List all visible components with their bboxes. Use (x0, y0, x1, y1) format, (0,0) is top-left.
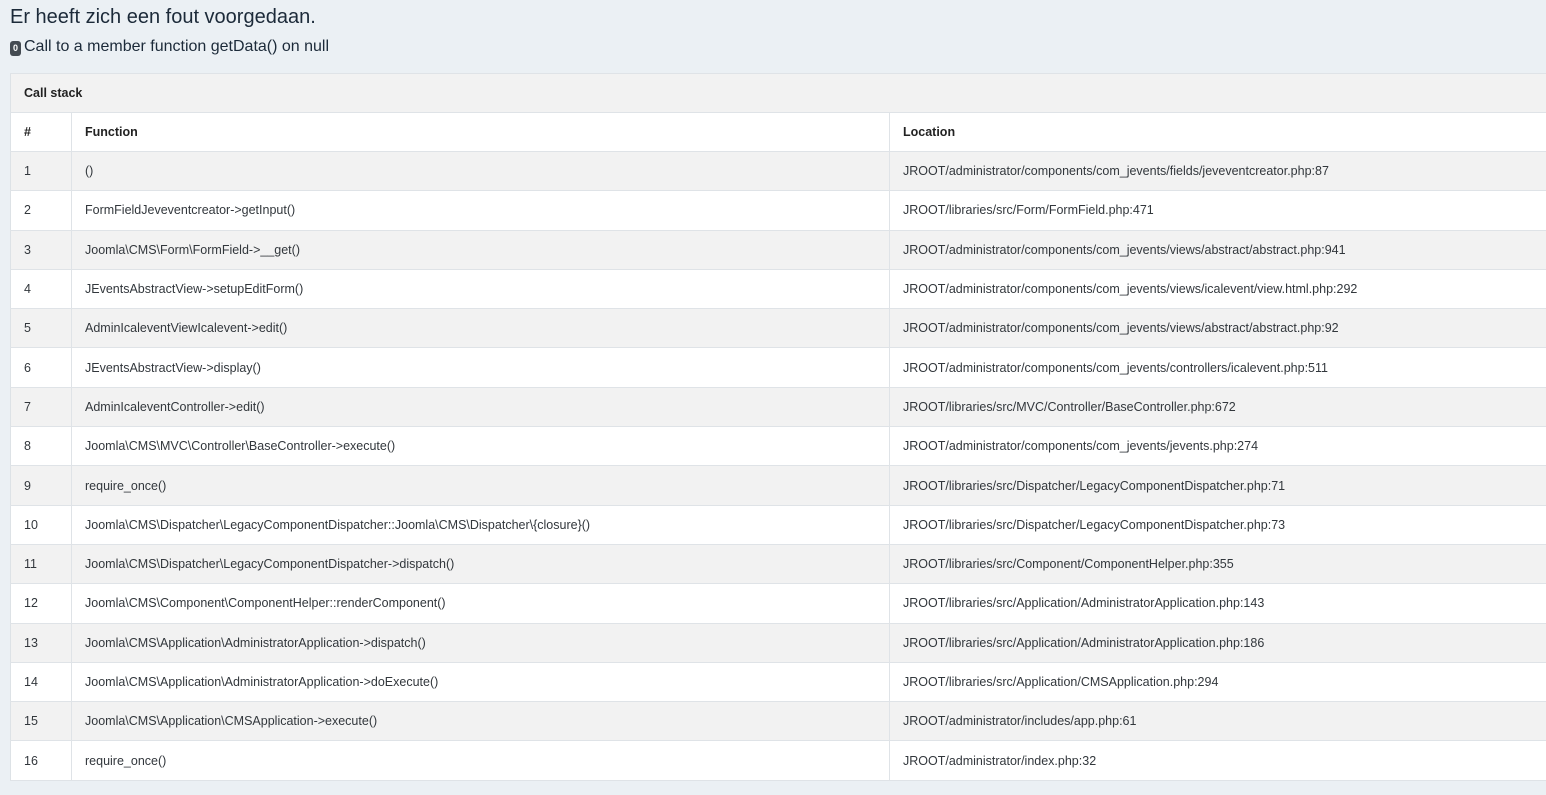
cell-num: 8 (10, 426, 72, 467)
cell-num: 11 (10, 543, 72, 585)
cell-num: 14 (10, 661, 72, 703)
cell-location: JROOT/libraries/src/Form/FormField.php:4… (889, 190, 1546, 231)
cell-location: JROOT/administrator/components/com_jeven… (889, 308, 1546, 349)
table-row: 5 AdminIcaleventViewIcalevent->edit() JROO… (10, 308, 1546, 349)
header-function: Function (71, 112, 890, 152)
cell-function: require_once() (71, 465, 890, 506)
error-title: Er heeft zich een fout voorgedaan. (10, 6, 316, 28)
callstack-caption-row: Call stack (10, 73, 1546, 113)
cell-location: JROOT/libraries/src/Dispatcher/LegacyCom… (889, 465, 1546, 506)
cell-num: 5 (10, 308, 72, 349)
cell-num: 2 (10, 190, 72, 231)
cell-function: Joomla\CMS\Component\ComponentHelper::re… (71, 583, 890, 624)
cell-num: 1 (10, 150, 72, 192)
table-row: 3 Joomla\CMS\Form\FormField->__get() JROOT… (10, 229, 1546, 270)
table-row: 9 require_once() JROOT/libraries/src/Dispa… (10, 465, 1546, 506)
error-code-badge: 0 (10, 41, 21, 56)
cell-location: JROOT/administrator/index.php:32 (889, 740, 1546, 781)
error-message: 0 Call to a member function getData() on… (10, 38, 329, 56)
header-location: Location (889, 112, 1546, 152)
cell-num: 6 (10, 347, 72, 388)
table-row: 2 FormFieldJeveventcreator->getInput() JRO… (10, 190, 1546, 231)
cell-location: JROOT/libraries/src/Dispatcher/LegacyCom… (889, 504, 1546, 545)
cell-num: 16 (10, 740, 72, 781)
table-row: 10 Joomla\CMS\Dispatcher\LegacyComponentD… (10, 504, 1546, 545)
cell-num: 15 (10, 701, 72, 742)
cell-function: AdminIcaleventViewIcalevent->edit() (71, 308, 890, 349)
error-message-text: Call to a member function getData() on n… (24, 38, 330, 55)
cell-function: FormFieldJeveventcreator->getInput() (71, 190, 890, 231)
cell-location: JROOT/administrator/includes/app.php:61 (889, 701, 1546, 742)
cell-function: Joomla\CMS\Dispatcher\LegacyComponentDis… (71, 543, 890, 585)
cell-function: require_once() (71, 740, 890, 781)
callstack-body: 1() JROOT/administrator/components/com_je… (10, 150, 1546, 781)
table-row: 12 Joomla\CMS\Component\ComponentHelper::… (10, 583, 1546, 624)
table-row: 15 Joomla\CMS\Application\CMSApplication-… (10, 701, 1546, 742)
table-row: 8 Joomla\CMS\MVC\Controller\BaseControlle… (10, 426, 1546, 467)
cell-location: JROOT/libraries/src/Component/ComponentH… (889, 543, 1546, 585)
cell-num: 4 (10, 268, 72, 310)
cell-function: () (71, 150, 890, 192)
cell-function: Joomla\CMS\MVC\Controller\BaseController… (71, 426, 890, 467)
table-row: 16 require_once() JROOT/administrator/inde… (10, 740, 1546, 781)
cell-location: JROOT/libraries/src/Application/Administ… (889, 622, 1546, 663)
cell-location: JROOT/administrator/components/com_jeven… (889, 268, 1546, 310)
table-row: 7 AdminIcaleventController->edit() JROOT/l… (10, 386, 1546, 428)
cell-location: JROOT/administrator/components/com_jeven… (889, 426, 1546, 467)
cell-num: 12 (10, 583, 72, 624)
cell-function: Joomla\CMS\Dispatcher\LegacyComponentDis… (71, 504, 890, 545)
callstack-table: Call stack # Function Location 1() JROOT/… (10, 73, 1546, 781)
table-row: 14 Joomla\CMS\Application\AdministratorAp… (10, 661, 1546, 703)
cell-function: Joomla\CMS\Application\AdministratorAppl… (71, 661, 890, 703)
cell-function: JEventsAbstractView->display() (71, 347, 890, 388)
cell-location: JROOT/administrator/components/com_jeven… (889, 150, 1546, 192)
header-num: # (10, 112, 72, 152)
cell-num: 13 (10, 622, 72, 663)
cell-function: Joomla\CMS\Application\AdministratorAppl… (71, 622, 890, 663)
table-row: 13 Joomla\CMS\Application\AdministratorAp… (10, 622, 1546, 663)
table-row: 11 Joomla\CMS\Dispatcher\LegacyComponentD… (10, 543, 1546, 585)
cell-num: 7 (10, 386, 72, 428)
cell-location: JROOT/administrator/components/com_jeven… (889, 347, 1546, 388)
cell-num: 10 (10, 504, 72, 545)
table-row: 1() JROOT/administrator/components/com_je… (10, 150, 1546, 192)
table-row: 4 JEventsAbstractView->setupEditForm() JRO… (10, 268, 1546, 310)
cell-function: Joomla\CMS\Application\CMSApplication->e… (71, 701, 890, 742)
table-row: 6 JEventsAbstractView->display() JROOT/adm… (10, 347, 1546, 388)
cell-num: 9 (10, 465, 72, 506)
cell-function: Joomla\CMS\Form\FormField->__get() (71, 229, 890, 270)
callstack-caption: Call stack (10, 73, 1546, 113)
cell-function: JEventsAbstractView->setupEditForm() (71, 268, 890, 310)
cell-location: JROOT/libraries/src/MVC/Controller/BaseC… (889, 386, 1546, 428)
callstack-header-row: # Function Location (10, 112, 1546, 152)
cell-location: JROOT/administrator/components/com_jeven… (889, 229, 1546, 270)
cell-num: 3 (10, 229, 72, 270)
cell-function: AdminIcaleventController->edit() (71, 386, 890, 428)
cell-location: JROOT/libraries/src/Application/Administ… (889, 583, 1546, 624)
cell-location: JROOT/libraries/src/Application/CMSAppli… (889, 661, 1546, 703)
